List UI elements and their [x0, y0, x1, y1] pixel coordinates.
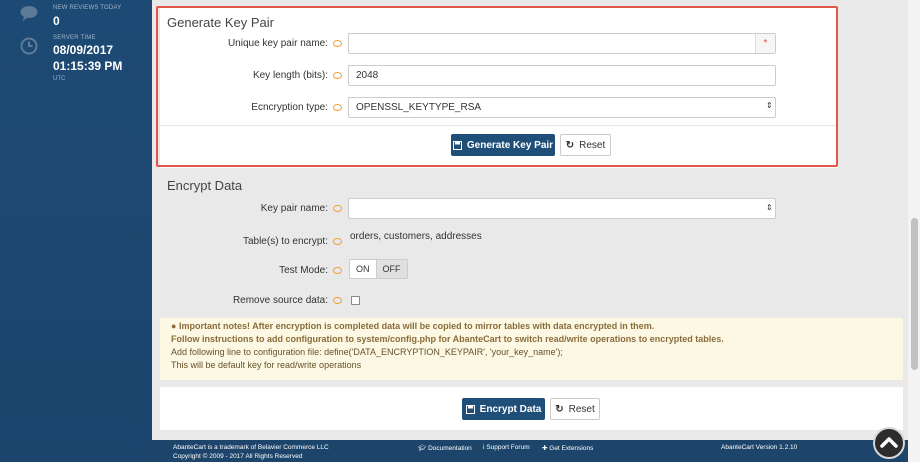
test-mode-off[interactable]: OFF	[375, 260, 407, 278]
test-mode-toggle[interactable]: ON OFF	[349, 259, 408, 279]
get-extensions-link-label: Get Extensions	[549, 445, 594, 452]
info-icon: ●	[171, 321, 177, 331]
encrypt-reset-button[interactable]: ↻ Reset	[550, 398, 600, 420]
puzzle-icon: ✚	[542, 445, 548, 452]
scrollbar-thumb[interactable]	[911, 218, 918, 370]
encrypt-reset-label: Reset	[568, 403, 595, 415]
reviews-value: 0	[53, 14, 60, 28]
tables-value: orders, customers, addresses	[350, 231, 482, 242]
keypair-label: Key pair name:	[260, 203, 328, 214]
footer-trademark: AbanteCart is a trademark of Belavier Co…	[173, 444, 329, 451]
save-icon	[465, 404, 475, 414]
highlight-box	[156, 6, 838, 167]
documentation-link[interactable]: 🎓︎ Documentation	[418, 444, 472, 452]
remove-source-hint-icon[interactable]	[333, 297, 342, 304]
remove-source-checkbox[interactable]	[351, 296, 360, 305]
footer-copyright: Copyright © 2009 - 2017 All Rights Reser…	[173, 453, 303, 460]
get-extensions-link[interactable]: ✚ Get Extensions	[542, 444, 593, 452]
test-mode-on[interactable]: ON	[350, 260, 376, 278]
footer-version: AbanteCart Version 1.2.10	[721, 444, 798, 451]
server-time-label: SERVER TIME	[53, 35, 96, 41]
note-line-1-text: Important notes! After encryption is com…	[178, 321, 655, 331]
tables-hint-icon[interactable]	[333, 238, 342, 245]
note-line-1: ● Important notes! After encryption is c…	[171, 321, 654, 331]
documentation-link-label: Documentation	[428, 445, 472, 452]
server-timezone: UTC	[53, 76, 66, 82]
reviews-label: NEW REVIEWS TODAY	[53, 5, 122, 11]
test-mode-hint-icon[interactable]	[333, 267, 342, 274]
encrypt-data-button[interactable]: Encrypt Data	[462, 398, 545, 420]
chat-bubble-icon	[20, 6, 38, 21]
keypair-hint-icon[interactable]	[333, 205, 342, 212]
remove-source-label: Remove source data:	[232, 295, 328, 306]
test-mode-label: Test Mode:	[279, 265, 328, 276]
sidebar: NEW REVIEWS TODAY 0 SERVER TIME 08/09/20…	[0, 0, 152, 462]
clock-icon	[20, 37, 38, 55]
support-forum-link[interactable]: i Support Forum	[483, 444, 530, 451]
keypair-select[interactable]	[348, 198, 776, 219]
refresh-icon: ↻	[555, 403, 564, 415]
note-line-2: Follow instructions to add configuration…	[171, 334, 724, 344]
server-time: 01:15:39 PM	[53, 59, 123, 73]
back-to-top-button[interactable]	[873, 427, 905, 459]
support-forum-link-label: Support Forum	[486, 444, 530, 451]
info-icon: i	[483, 444, 485, 451]
important-notes: ● Important notes! After encryption is c…	[160, 318, 903, 380]
server-date: 08/09/2017	[53, 43, 114, 57]
select-arrows-icon: ⇕	[766, 203, 773, 212]
encrypt-button-label: Encrypt Data	[479, 403, 542, 415]
encrypt-section-title: Encrypt Data	[167, 178, 243, 193]
graduation-cap-icon: 🎓︎	[418, 445, 427, 452]
note-line-3: Add following line to configuration file…	[171, 347, 563, 357]
note-line-4: This will be default key for read/write …	[171, 360, 362, 370]
chevron-up-icon	[880, 437, 898, 448]
footer: AbanteCart is a trademark of Belavier Co…	[152, 440, 908, 462]
tables-label: Table(s) to encrypt:	[242, 236, 328, 247]
